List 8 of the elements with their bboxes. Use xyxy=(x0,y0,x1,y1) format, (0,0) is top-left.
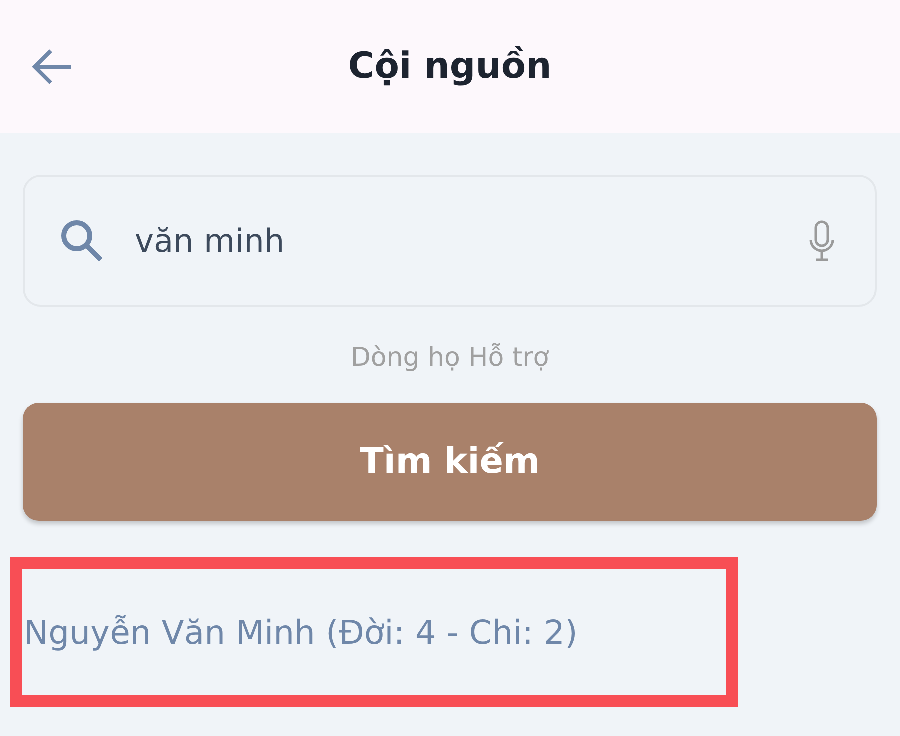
result-item[interactable]: Nguyễn Văn Minh (Đời: 4 - Chi: 2) xyxy=(24,612,578,652)
search-input[interactable]: văn minh xyxy=(135,222,779,260)
back-arrow-icon xyxy=(31,48,73,86)
search-icon xyxy=(59,218,105,264)
hint-text: Dòng họ Hỗ trợ xyxy=(350,343,550,373)
microphone-icon[interactable] xyxy=(809,220,835,262)
screen-title: Cội nguồn xyxy=(348,46,552,87)
search-button[interactable]: Tìm kiếm xyxy=(23,403,877,521)
